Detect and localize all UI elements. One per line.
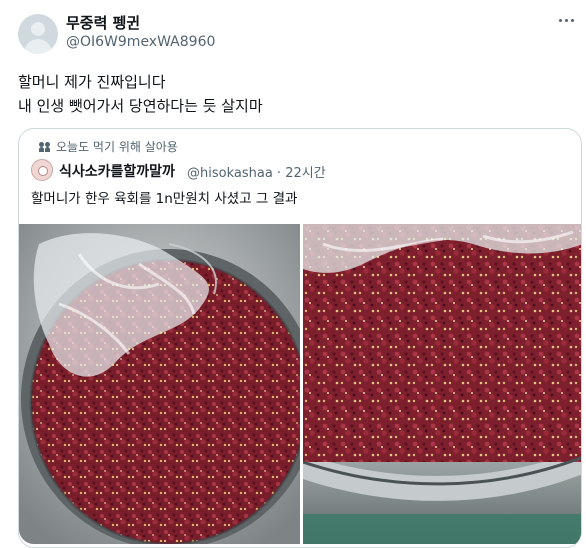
- quoted-tweet-time[interactable]: 22시간: [285, 166, 325, 181]
- quoted-tweet-text: 할머니가 한우 육회를 1n만원치 사셨고 그 결과: [31, 191, 298, 207]
- raw-beef-photo-illustration: [19, 224, 300, 544]
- raw-beef-bowl-photo-1[interactable]: [19, 224, 300, 544]
- avatar-head-shape: [31, 22, 45, 36]
- author-handle[interactable]: @OI6W9mexWA8960: [66, 34, 215, 50]
- community-people-icon: [39, 141, 51, 152]
- tweet-text-line: 내 인생 뺏어가서 당연하다는 듯 살지마: [18, 97, 263, 115]
- quoted-tweet-card[interactable]: 오늘도 먹기 위해 살아용 식사소카를할까말까 @hisokashaa · 22…: [18, 128, 582, 548]
- quoted-author-avatar[interactable]: [31, 159, 53, 181]
- tweet-text-line: 할머니 제가 진짜입니다: [18, 73, 166, 91]
- tweet-text: 할머니 제가 진짜입니다 내 인생 뺏어가서 당연하다는 듯 살지마: [18, 70, 568, 118]
- raw-beef-bowl-photo-2[interactable]: [303, 224, 581, 544]
- quoted-author-meta: @hisokashaa · 22시간: [187, 166, 326, 181]
- raw-beef-photo-illustration: [303, 224, 581, 544]
- quoted-author-name[interactable]: 식사소카를할까말까: [59, 161, 175, 181]
- author-name[interactable]: 무중력 펭귄: [66, 12, 140, 33]
- social-context[interactable]: 오늘도 먹기 위해 살아용: [39, 138, 178, 155]
- social-context-label: 오늘도 먹기 위해 살아용: [56, 140, 178, 154]
- quoted-author-handle[interactable]: @hisokashaa: [187, 166, 273, 181]
- avatar-body-shape: [24, 39, 52, 54]
- author-avatar[interactable]: [18, 14, 58, 54]
- more-options-icon[interactable]: [555, 12, 577, 28]
